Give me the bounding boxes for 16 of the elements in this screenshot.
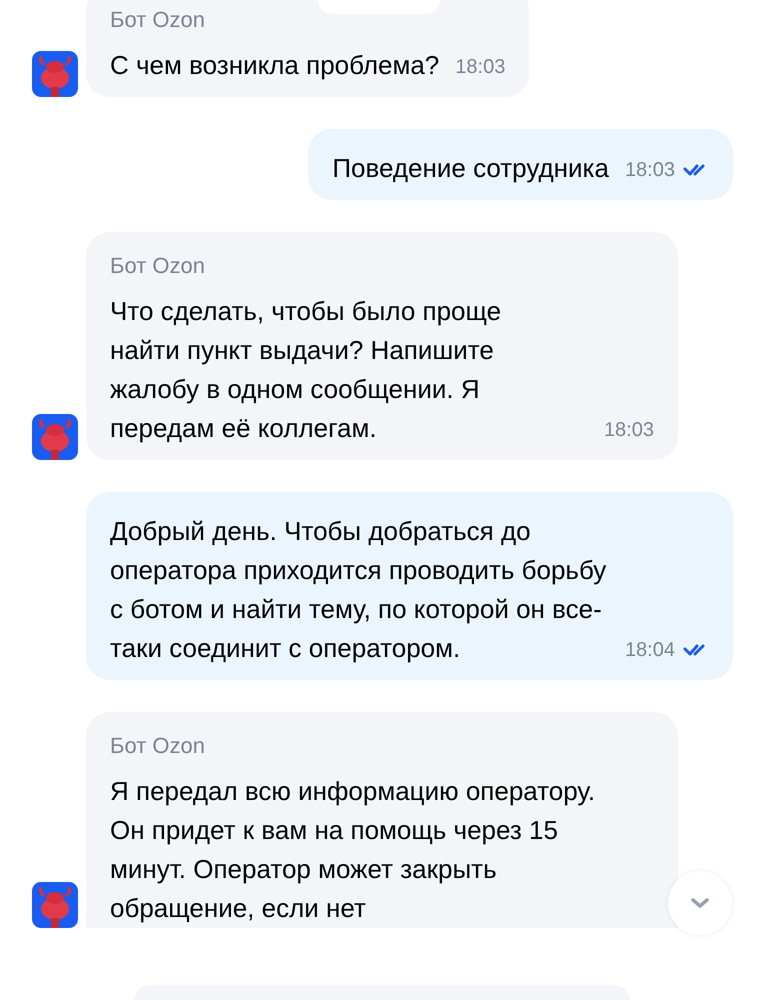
sender-name: Бот Ozon (110, 252, 205, 280)
sender-name: Бот Ozon (110, 6, 205, 34)
sender-name: Бот Ozon (110, 732, 205, 760)
message-text: Добрый день. Чтобы добраться до оператора приходится проводить борьбу с ботом и найти тему, по которой он все-таки соединит с оператором. (110, 515, 608, 665)
message-text: Я передал всю информацию оператору. Он придет к вам на помощь через 15 минут. Оператор может закрыть обращение, если нет (110, 775, 596, 925)
message-time: 18:03 (604, 418, 654, 442)
avatar-icon (32, 882, 78, 928)
avatar-icon (32, 51, 78, 97)
message-text: Что сделать, чтобы было проще найти пункт выдачи? Напишите жалобу в одном сообщении. Я передам её коллегам. (110, 295, 502, 445)
message-time: 18:03 (624, 158, 675, 182)
message-time: 18:03 (455, 55, 506, 79)
message-text: Поведение сотрудника (332, 152, 609, 185)
chevron-down-icon (690, 897, 710, 909)
message-time: 18:04 (624, 638, 675, 662)
message-text: С чем возникла проблема? (110, 49, 440, 82)
avatar-icon (32, 414, 78, 460)
